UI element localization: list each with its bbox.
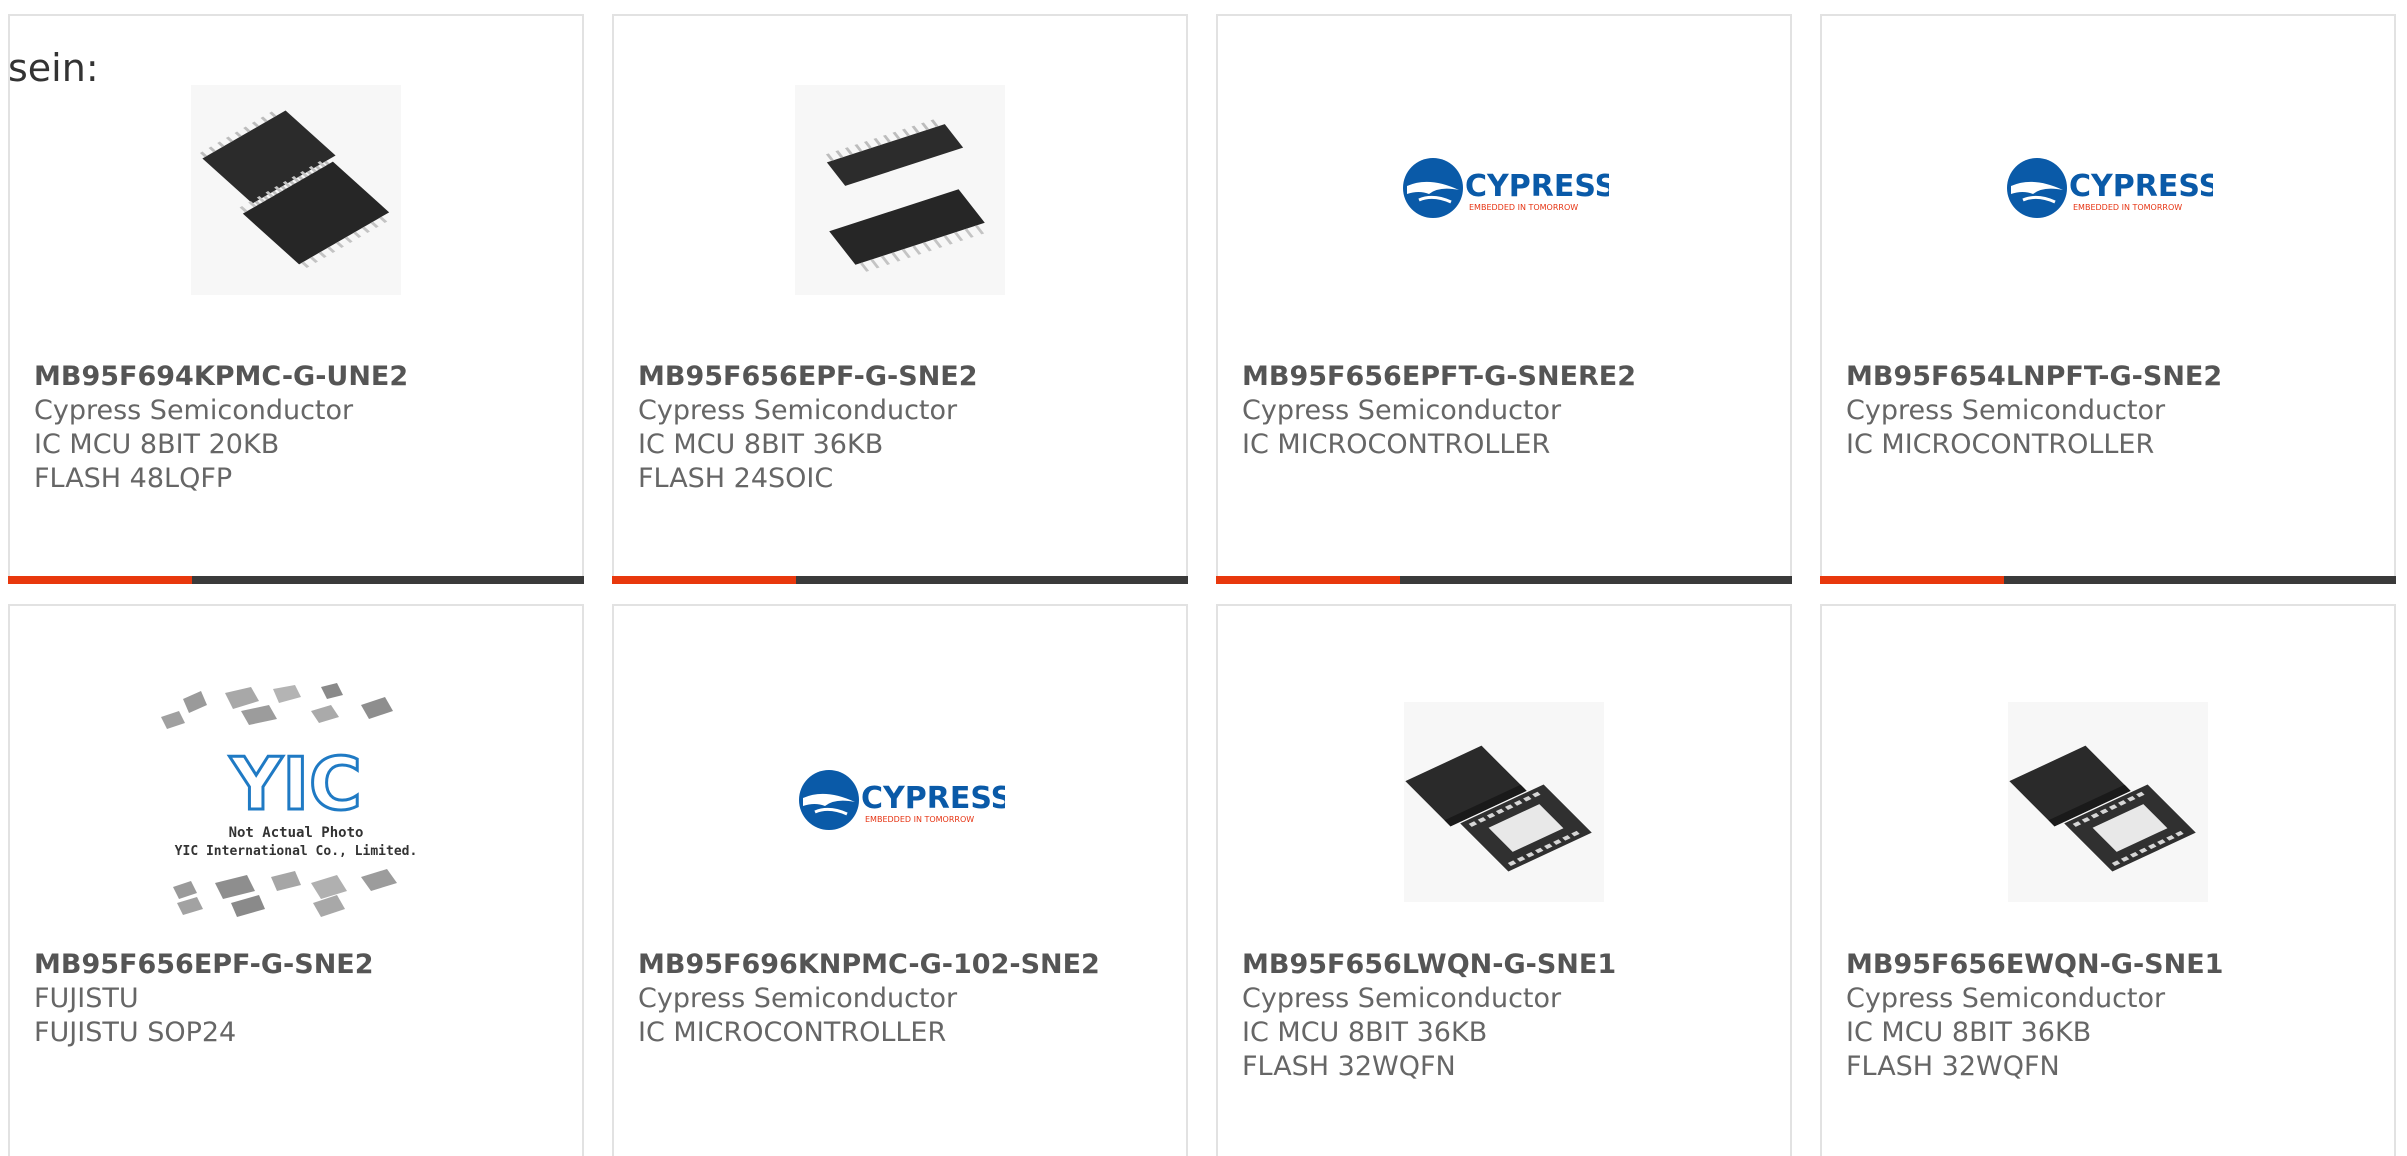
description: FUJISTU SOP24 xyxy=(34,1017,237,1048)
cypress-logo-text: CYPRESS xyxy=(1465,169,1609,204)
part-number-link[interactable]: MB95F656LWQN-G-SNE1 xyxy=(1242,948,1770,982)
description: IC MCU 8BIT 36KB FLASH 32WQFN xyxy=(1846,1017,2092,1082)
manufacturer: Cypress Semiconductor xyxy=(1846,983,2166,1014)
product-card[interactable]: MB95F656LWQN-G-SNE1 Cypress Semiconducto… xyxy=(1216,604,1792,1156)
cypress-logo-tagline: EMBEDDED IN TOMORROW xyxy=(865,815,974,824)
product-grid-page: sein: MB95F694KPMC-G-UNE2 Cypress Semico… xyxy=(0,0,2407,1156)
description: IC MICROCONTROLLER xyxy=(1242,429,1551,460)
manufacturer: Cypress Semiconductor xyxy=(638,983,958,1014)
part-number-link[interactable]: MB95F656EPFT-G-SNERE2 xyxy=(1242,360,1770,394)
part-number-link[interactable]: MB95F656EPF-G-SNE2 xyxy=(638,360,1166,394)
manufacturer: Cypress Semiconductor xyxy=(1846,395,2166,426)
product-image[interactable] xyxy=(614,80,1186,300)
product-image[interactable]: CYPRESS EMBEDDED IN TOMORROW xyxy=(1822,80,2394,300)
product-info: MB95F656EPF-G-SNE2 Cypress Semiconductor… xyxy=(638,360,1166,496)
product-card[interactable]: CYPRESS EMBEDDED IN TOMORROW MB95F656EPF… xyxy=(1216,14,1792,584)
description: IC MCU 8BIT 36KB FLASH 24SOIC xyxy=(638,429,884,494)
product-image[interactable] xyxy=(10,80,582,300)
card-accent-bar xyxy=(1820,576,2004,584)
qfn-chip-icon xyxy=(2008,702,2208,902)
cypress-logo-text: CYPRESS xyxy=(861,781,1005,816)
card-bottom-bar xyxy=(612,576,1188,584)
card-bottom-bar xyxy=(1216,576,1792,584)
product-card[interactable]: MB95F656EWQN-G-SNE1 Cypress Semiconducto… xyxy=(1820,604,2396,1156)
product-card[interactable]: CYPRESS EMBEDDED IN TOMORROW MB95F696KNP… xyxy=(612,604,1188,1156)
product-info: MB95F696KNPMC-G-102-SNE2 Cypress Semicon… xyxy=(638,948,1166,1050)
yic-mark-text: YIC xyxy=(229,742,362,826)
product-image[interactable]: YIC Not Actual Photo YIC International C… xyxy=(10,672,582,932)
part-number-link[interactable]: MB95F696KNPMC-G-102-SNE2 xyxy=(638,948,1166,982)
part-number-link[interactable]: MB95F694KPMC-G-UNE2 xyxy=(34,360,562,394)
description: IC MICROCONTROLLER xyxy=(638,1017,947,1048)
cypress-logo-icon: CYPRESS EMBEDDED IN TOMORROW xyxy=(799,770,1005,830)
product-card[interactable]: MB95F694KPMC-G-UNE2 Cypress Semiconducto… xyxy=(8,14,584,584)
description: IC MCU 8BIT 20KB FLASH 48LQFP xyxy=(34,429,280,494)
product-image[interactable] xyxy=(1218,672,1790,932)
part-number-link[interactable]: MB95F654LNPFT-G-SNE2 xyxy=(1846,360,2374,394)
soic-chip-icon xyxy=(795,85,1005,295)
manufacturer: Cypress Semiconductor xyxy=(34,395,354,426)
product-card[interactable]: CYPRESS EMBEDDED IN TOMORROW MB95F654LNP… xyxy=(1820,14,2396,584)
description: IC MICROCONTROLLER xyxy=(1846,429,2155,460)
product-image[interactable]: CYPRESS EMBEDDED IN TOMORROW xyxy=(1218,80,1790,300)
product-info: MB95F656EPF-G-SNE2 FUJISTU FUJISTU SOP24 xyxy=(34,948,562,1050)
description: IC MCU 8BIT 36KB FLASH 32WQFN xyxy=(1242,1017,1488,1082)
part-number-link[interactable]: MB95F656EWQN-G-SNE1 xyxy=(1846,948,2374,982)
manufacturer: FUJISTU xyxy=(34,983,139,1014)
manufacturer: Cypress Semiconductor xyxy=(638,395,958,426)
cypress-logo-icon: CYPRESS EMBEDDED IN TOMORROW xyxy=(1403,158,1609,218)
product-info: MB95F656EPFT-G-SNERE2 Cypress Semiconduc… xyxy=(1242,360,1770,462)
product-image[interactable]: CYPRESS EMBEDDED IN TOMORROW xyxy=(614,672,1186,932)
cypress-logo-text: CYPRESS xyxy=(2069,169,2213,204)
card-accent-bar xyxy=(8,576,192,584)
card-bottom-bar xyxy=(1820,576,2396,584)
cypress-logo-tagline: EMBEDDED IN TOMORROW xyxy=(2073,203,2182,212)
product-info: MB95F656LWQN-G-SNE1 Cypress Semiconducto… xyxy=(1242,948,1770,1084)
qfp-chip-icon xyxy=(191,85,401,295)
product-image[interactable] xyxy=(1822,672,2394,932)
product-info: MB95F694KPMC-G-UNE2 Cypress Semiconducto… xyxy=(34,360,562,496)
yic-caption-line2: YIC International Co., Limited. xyxy=(175,844,418,859)
cypress-logo-tagline: EMBEDDED IN TOMORROW xyxy=(1469,203,1578,212)
cypress-logo-icon: CYPRESS EMBEDDED IN TOMORROW xyxy=(2007,158,2213,218)
card-accent-bar xyxy=(1216,576,1400,584)
card-accent-bar xyxy=(612,576,796,584)
product-card[interactable]: MB95F656EPF-G-SNE2 Cypress Semiconductor… xyxy=(612,14,1188,584)
part-number-link[interactable]: MB95F656EPF-G-SNE2 xyxy=(34,948,562,982)
yic-caption-line1: Not Actual Photo xyxy=(229,825,364,841)
product-card[interactable]: YIC Not Actual Photo YIC International C… xyxy=(8,604,584,1156)
yic-placeholder-icon: YIC Not Actual Photo YIC International C… xyxy=(161,683,418,917)
product-info: MB95F654LNPFT-G-SNE2 Cypress Semiconduct… xyxy=(1846,360,2374,462)
manufacturer: Cypress Semiconductor xyxy=(1242,983,1562,1014)
intro-text: sein: xyxy=(8,46,99,90)
qfn-chip-icon xyxy=(1404,702,1604,902)
card-bottom-bar xyxy=(8,576,584,584)
product-info: MB95F656EWQN-G-SNE1 Cypress Semiconducto… xyxy=(1846,948,2374,1084)
manufacturer: Cypress Semiconductor xyxy=(1242,395,1562,426)
